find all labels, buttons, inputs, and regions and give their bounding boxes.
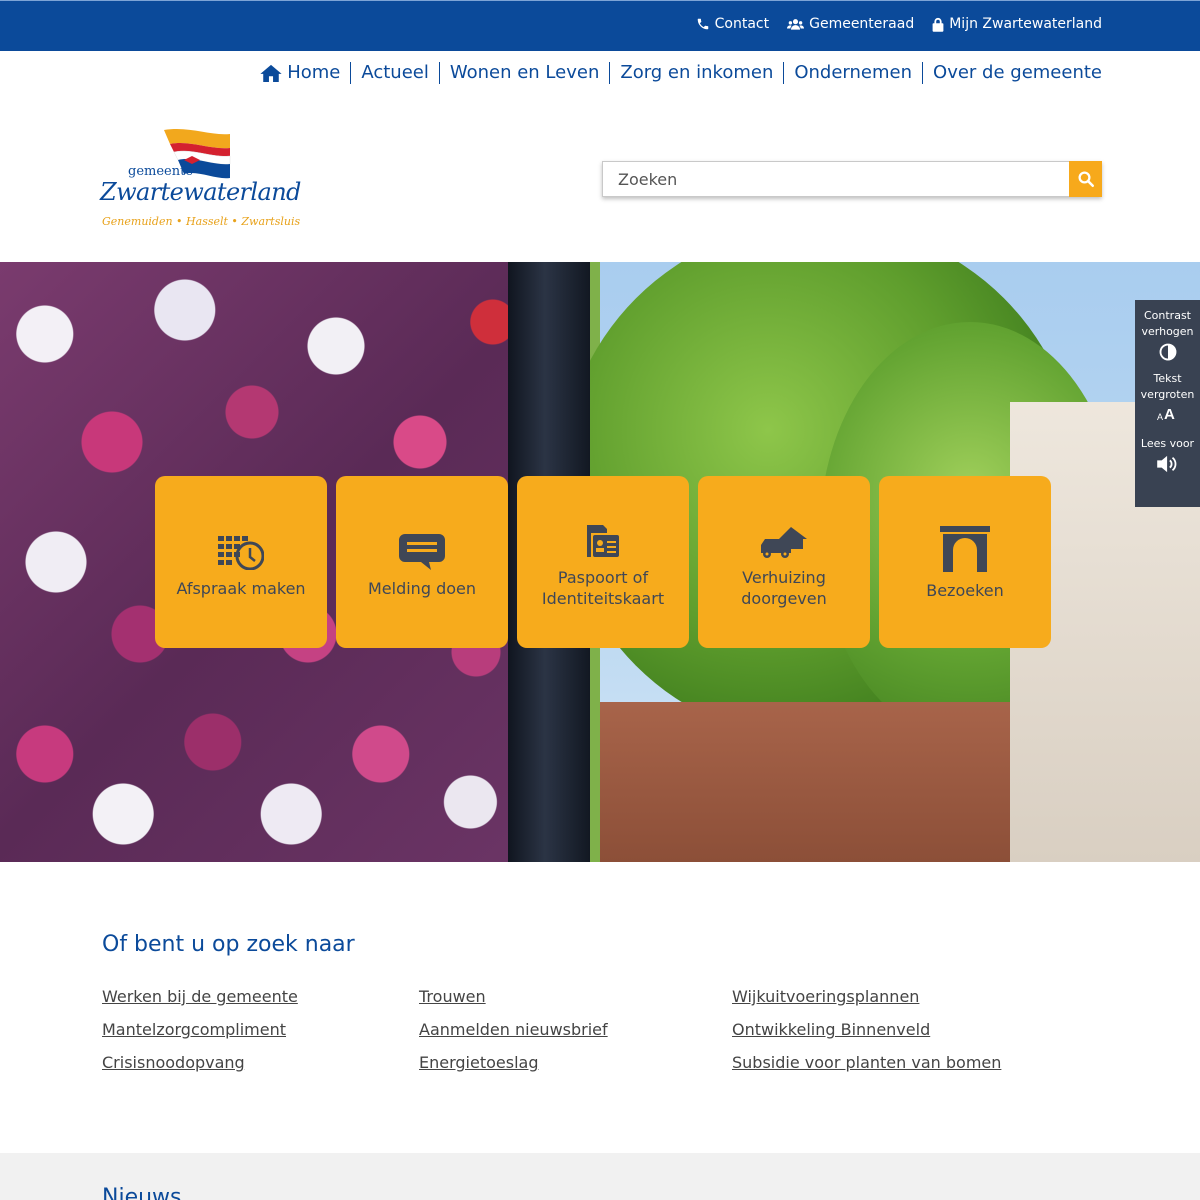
nav-label-zorg-en-inkomen: Zorg en inkomen (620, 62, 774, 83)
tile-bezoeken[interactable]: Bezoeken (879, 476, 1051, 648)
svg-text:A: A (1157, 412, 1163, 422)
top-bar: Contact Gemeenteraad Mijn Zwartewaterlan… (0, 0, 1200, 51)
nav-item-wonen-en-leven[interactable]: Wonen en Leven (438, 62, 610, 84)
quicklink-wijkuitvoeringsplannen[interactable]: Wijkuitvoeringsplannen (732, 985, 1001, 1008)
nav-label-wonen-en-leven: Wonen en Leven (449, 62, 600, 83)
service-tiles: Afspraak maken Melding doen Paspoort of … (155, 476, 1051, 648)
accessibility-panel: Contrast verhogen Tekst vergroten AA Lee… (1135, 300, 1200, 507)
mijn-zwartewaterland-label: Mijn Zwartewaterland (949, 16, 1102, 32)
read-aloud-label: Lees voor (1140, 437, 1195, 450)
tile-label-afspraak-maken: Afspraak maken (176, 578, 306, 598)
nav-item-zorg-en-inkomen[interactable]: Zorg en inkomen (609, 62, 783, 84)
tile-afspraak-maken[interactable]: Afspraak maken (155, 476, 327, 648)
quicklink-trouwen[interactable]: Trouwen (419, 985, 608, 1008)
gate-icon (940, 525, 990, 572)
logo-name: Zwartewaterland (100, 178, 301, 206)
search-button[interactable] (1069, 161, 1102, 197)
gemeenteraad-link[interactable]: Gemeenteraad (787, 16, 914, 32)
news-section: Nieuws (0, 1153, 1200, 1200)
chat-bubble-icon (399, 533, 445, 570)
tile-label-verhuizing-doorgeven: Verhuizing doorgeven (741, 568, 827, 608)
quicklink-werken-bij-de-gemeente[interactable]: Werken bij de gemeente (102, 985, 298, 1008)
top-links: Contact Gemeenteraad Mijn Zwartewaterlan… (696, 16, 1102, 32)
svg-text:A: A (1164, 406, 1175, 422)
quicklink-aanmelden-nieuwsbrief[interactable]: Aanmelden nieuwsbrief (419, 1018, 608, 1041)
text-size-toggle[interactable]: Tekst vergroten AA (1135, 361, 1200, 422)
nav-item-home[interactable]: Home (250, 62, 350, 84)
mijn-zwartewaterland-link[interactable]: Mijn Zwartewaterland (932, 16, 1102, 32)
quicklink-energietoeslag[interactable]: Energietoeslag (419, 1051, 608, 1074)
search-icon (1078, 171, 1094, 188)
contrast-icon (1159, 343, 1176, 361)
contact-label: Contact (714, 16, 770, 32)
moving-truck-icon (761, 527, 807, 558)
contact-link[interactable]: Contact (696, 16, 769, 32)
nav-label-ondernemen: Ondernemen (794, 62, 913, 83)
nav-item-actueel[interactable]: Actueel (350, 62, 439, 84)
section-title-zoek: Of bent u op zoek naar (102, 932, 355, 957)
main-navigation: Home Actueel Wonen en Leven Zorg en inko… (250, 62, 1102, 84)
nav-item-ondernemen[interactable]: Ondernemen (783, 62, 922, 84)
search-input[interactable] (602, 161, 1069, 197)
read-aloud-toggle[interactable]: Lees voor (1135, 422, 1200, 473)
tile-melding-doen[interactable]: Melding doen (336, 476, 508, 648)
quicklink-crisisnoodopvang[interactable]: Crisisnoodopvang (102, 1051, 298, 1074)
text-size-label: Tekst vergroten (1140, 372, 1195, 401)
quicklinks-column-3: Wijkuitvoeringsplannen Ontwikkeling Binn… (732, 985, 1001, 1074)
quicklinks-column-2: Trouwen Aanmelden nieuwsbrief Energietoe… (419, 985, 608, 1074)
site-logo[interactable]: gemeente Zwartewaterland Genemuiden • Ha… (100, 126, 310, 236)
contrast-label: Contrast verhogen (1141, 309, 1194, 338)
tile-label-melding-doen: Melding doen (367, 578, 476, 598)
quicklinks-column-1: Werken bij de gemeente Mantelzorgcomplim… (102, 985, 298, 1074)
id-card-icon (587, 525, 619, 557)
tile-label-paspoort-identiteitskaart: Paspoort of Identiteitskaart (541, 568, 665, 608)
nav-label-actueel: Actueel (361, 62, 429, 83)
gemeenteraad-label: Gemeenteraad (809, 16, 915, 32)
search-bar (602, 161, 1102, 197)
nav-label-over-de-gemeente: Over de gemeente (933, 62, 1102, 83)
quicklink-ontwikkeling-binnenveld[interactable]: Ontwikkeling Binnenveld (732, 1018, 1001, 1041)
speaker-icon (1156, 455, 1176, 473)
lock-icon (932, 17, 944, 32)
nav-label-home: Home (287, 62, 341, 83)
tile-verhuizing-doorgeven[interactable]: Verhuizing doorgeven (698, 476, 870, 648)
home-icon (260, 64, 282, 82)
quicklink-mantelzorgcompliment[interactable]: Mantelzorgcompliment (102, 1018, 298, 1041)
nav-item-over-de-gemeente[interactable]: Over de gemeente (922, 62, 1102, 84)
contrast-toggle[interactable]: Contrast verhogen (1135, 300, 1200, 361)
phone-icon (697, 18, 708, 30)
text-size-icon: AA (1157, 406, 1175, 422)
quicklink-subsidie-planten-bomen[interactable]: Subsidie voor planten van bomen (732, 1051, 1001, 1074)
section-title-nieuws: Nieuws (102, 1185, 182, 1200)
hero-brick-building (600, 702, 1060, 862)
tile-paspoort-identiteitskaart[interactable]: Paspoort of Identiteitskaart (517, 476, 689, 648)
tile-label-bezoeken: Bezoeken (926, 580, 1004, 600)
calendar-clock-icon (218, 535, 264, 570)
logo-places: Genemuiden • Hasselt • Zwartsluis (102, 215, 301, 228)
logo-prefix: gemeente (128, 164, 194, 179)
users-icon (787, 19, 805, 30)
